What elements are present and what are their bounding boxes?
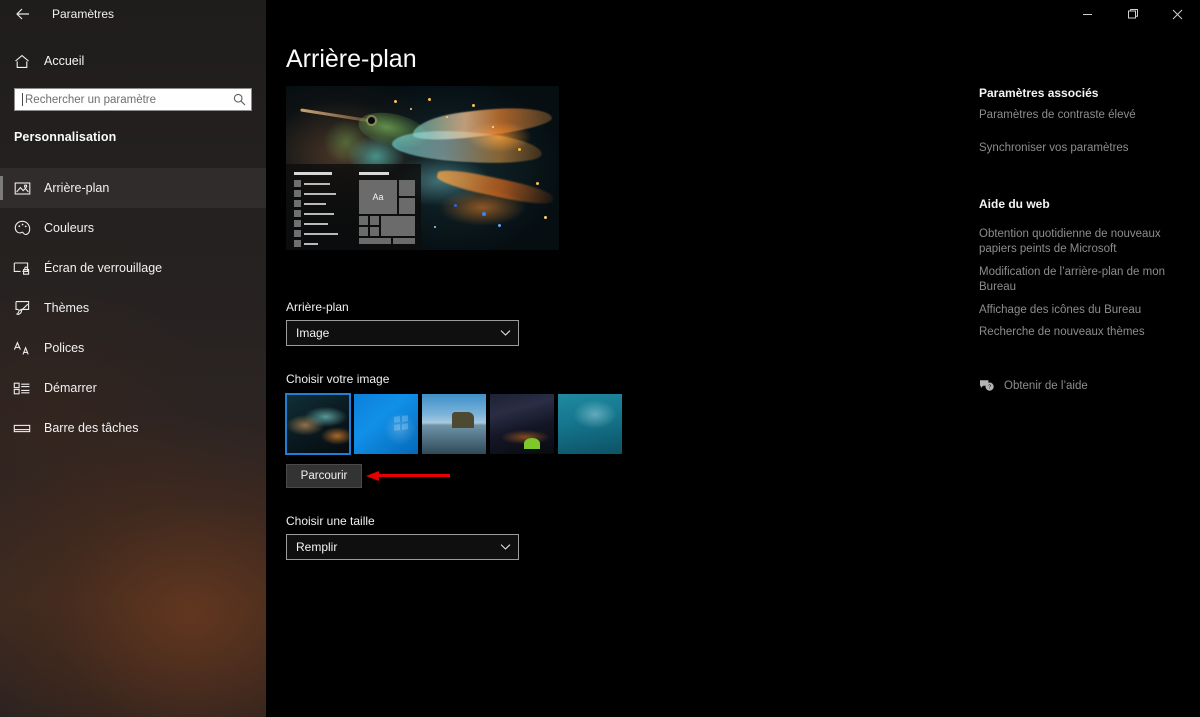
thumbnail-beach-rock[interactable] — [422, 394, 486, 454]
search-placeholder: Rechercher un paramètre — [25, 93, 157, 106]
image-thumbnail-list — [285, 393, 622, 455]
link-high-contrast-settings[interactable]: Paramètres de contraste élevé — [979, 108, 1187, 123]
sidebar-home-label: Accueil — [44, 54, 85, 68]
link-sync-your-settings[interactable]: Synchroniser vos paramètres — [979, 141, 1187, 156]
start-menu-icon — [0, 381, 44, 396]
web-help-heading: Aide du web — [979, 197, 1050, 211]
sidebar-item-colors[interactable]: Couleurs — [0, 208, 266, 248]
back-button[interactable] — [8, 2, 38, 26]
background-type-value: Image — [296, 326, 330, 340]
page-title: Arrière-plan — [286, 45, 417, 73]
title-bar: Paramètres — [0, 0, 1200, 28]
lock-screen-icon — [0, 261, 44, 276]
sidebar-item-start[interactable]: Démarrer — [0, 368, 266, 408]
chevron-down-icon — [492, 329, 518, 337]
red-arrow-annotation — [366, 471, 450, 481]
choose-image-label: Choisir votre image — [286, 372, 390, 386]
brush-icon — [0, 300, 44, 316]
thumbnail-underwater[interactable] — [558, 394, 622, 454]
preview-start-menu-mock: Aa — [286, 164, 421, 250]
thumbnail-hummingbird[interactable] — [285, 393, 351, 455]
sidebar-item-label: Couleurs — [44, 221, 95, 235]
sidebar-item-lock-screen[interactable]: Écran de verrouillage — [0, 248, 266, 288]
sidebar-item-taskbar[interactable]: Barre des tâches — [0, 408, 266, 448]
background-label: Arrière-plan — [286, 300, 349, 314]
background-type-dropdown[interactable]: Image — [286, 320, 519, 346]
get-help-row[interactable]: ? Obtenir de l’aide — [979, 379, 1088, 393]
browse-button[interactable]: Parcourir — [286, 464, 362, 488]
sidebar-item-themes[interactable]: Thèmes — [0, 288, 266, 328]
choose-fit-label: Choisir une taille — [286, 514, 375, 528]
sidebar-item-label: Polices — [44, 341, 85, 355]
sidebar-item-label: Écran de verrouillage — [44, 261, 163, 275]
sidebar-nav-list: Arrière-plan Couleurs Écran de verrouill… — [0, 168, 266, 448]
search-icon — [227, 93, 251, 106]
taskbar-icon — [0, 422, 44, 435]
desktop-preview: Aa — [286, 86, 559, 250]
sidebar-item-label: Barre des tâches — [44, 421, 139, 435]
svg-text:?: ? — [988, 385, 991, 391]
restore-button[interactable] — [1110, 0, 1155, 28]
sidebar-group-title: Personnalisation — [14, 130, 117, 144]
sidebar-item-background[interactable]: Arrière-plan — [0, 168, 266, 208]
font-icon — [0, 340, 44, 356]
choose-fit-value: Remplir — [296, 540, 338, 554]
sidebar-item-label: Thèmes — [44, 301, 90, 315]
link-change-desktop-background[interactable]: Modification de l’arrière-plan de mon Bu… — [979, 265, 1187, 295]
minimize-button[interactable] — [1065, 0, 1110, 28]
search-input[interactable]: Rechercher un paramètre — [14, 88, 252, 111]
close-button[interactable] — [1155, 0, 1200, 28]
selection-indicator — [0, 176, 3, 200]
choose-fit-dropdown[interactable]: Remplir — [286, 534, 519, 560]
window-title: Paramètres — [52, 7, 115, 21]
preview-tile-aa: Aa — [359, 180, 397, 214]
thumbnail-night-sky-tent[interactable] — [490, 394, 554, 454]
home-icon — [0, 54, 44, 69]
link-daily-wallpapers[interactable]: Obtention quotidienne de nouveaux papier… — [979, 227, 1187, 257]
sidebar: Accueil Rechercher un paramètre Personna… — [0, 0, 266, 717]
thumbnail-windows-logo[interactable] — [354, 394, 418, 454]
preview-app-list — [294, 172, 352, 250]
chevron-down-icon — [492, 543, 518, 551]
settings-window: Paramètres Accueil Rechercher un paramèt… — [0, 0, 1200, 717]
image-icon — [0, 181, 44, 196]
sidebar-item-home[interactable]: Accueil — [0, 46, 266, 76]
sidebar-item-fonts[interactable]: Polices — [0, 328, 266, 368]
sidebar-item-label: Arrière-plan — [44, 181, 110, 195]
link-show-desktop-icons[interactable]: Affichage des icônes du Bureau — [979, 303, 1187, 318]
main-content: Arrière-plan Aa Arrière-plan Image Chois… — [266, 0, 966, 717]
get-help-label: Obtenir de l’aide — [1004, 380, 1088, 392]
related-settings-heading: Paramètres associés — [979, 86, 1099, 100]
sidebar-item-label: Démarrer — [44, 381, 97, 395]
help-bubble-icon: ? — [979, 379, 1004, 393]
palette-icon — [0, 220, 44, 236]
link-find-new-themes[interactable]: Recherche de nouveaux thèmes — [979, 325, 1187, 340]
right-panel: Paramètres associés Paramètres de contra… — [966, 0, 1200, 717]
preview-tile-grid: Aa — [359, 172, 415, 244]
